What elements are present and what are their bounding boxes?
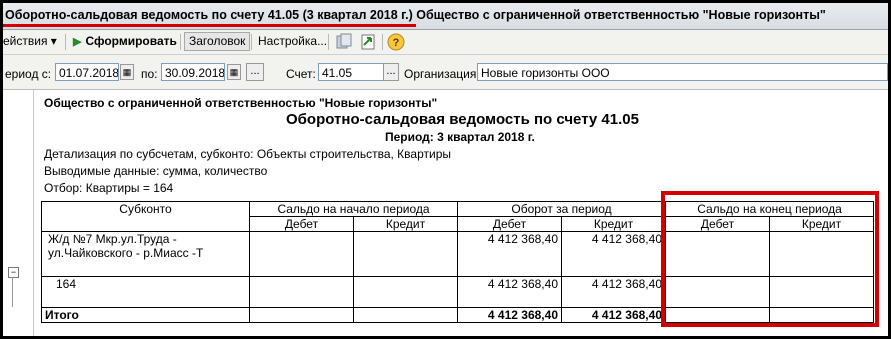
toolbar-separator xyxy=(328,34,329,50)
svg-text:?: ? xyxy=(393,37,400,49)
turnover-debit-cell: 4 412 368,40 xyxy=(457,276,562,308)
total-turnover-debit: 4 412 368,40 xyxy=(457,307,562,323)
header-toggle-button[interactable]: Заголовок xyxy=(184,32,251,51)
settings-button[interactable]: Настройка... xyxy=(258,34,327,48)
col-opening-debit: Дебет xyxy=(249,216,354,232)
turnover-credit-cell: 4 412 368,40 xyxy=(561,231,666,277)
highlight-underline xyxy=(3,24,416,27)
organization-field[interactable]: Новые горизонты ООО xyxy=(477,63,888,81)
toolbar-separator xyxy=(382,34,383,50)
report-organization: Общество с ограниченной ответственностью… xyxy=(44,96,438,110)
report-title: Оборотно-сальдовая ведомость по счету 41… xyxy=(286,111,639,128)
col-opening-credit: Кредит xyxy=(353,216,458,232)
account-label: Счет: xyxy=(286,67,316,81)
organization-label: Организация: xyxy=(404,67,480,81)
calendar-icon[interactable]: ▦ xyxy=(227,64,241,80)
total-turnover-credit: 4 412 368,40 xyxy=(561,307,666,323)
window-title-report: Оборотно-сальдовая ведомость по счету 41… xyxy=(5,8,413,22)
turnover-debit-cell: 4 412 368,40 xyxy=(457,231,562,277)
report-filter: Отбор: Квартиры = 164 xyxy=(44,181,174,195)
col-turnover: Оборот за период xyxy=(457,201,666,217)
outline-line xyxy=(12,277,13,307)
period-to-field[interactable]: 30.09.2018 xyxy=(161,63,225,81)
toolbar: ействия ▾ ▶ Сформировать Заголовок Настро… xyxy=(3,30,888,55)
help-icon[interactable]: ? xyxy=(387,33,405,51)
period-select-button[interactable]: ... xyxy=(246,63,264,81)
col-turnover-credit: Кредит xyxy=(561,216,666,232)
period-from-field[interactable]: 01.07.2018 xyxy=(55,63,119,81)
period-to-label: по: xyxy=(141,67,158,81)
outline-gutter: − xyxy=(3,90,34,336)
collapse-group-icon[interactable]: − xyxy=(8,267,19,278)
toolbar-separator xyxy=(180,34,181,50)
copy-icon[interactable] xyxy=(335,33,353,51)
window-title-org: Общество с ограниченной ответственностью… xyxy=(412,8,826,22)
actions-menu[interactable]: ействия ▾ xyxy=(3,34,57,48)
total-opening-debit xyxy=(249,307,354,323)
col-subconto: Субконто xyxy=(41,201,250,232)
row-subconto: Ж/д №7 Мкр.ул.Труда - ул.Чайковского - р… xyxy=(41,231,250,277)
opening-debit-cell xyxy=(249,231,354,277)
row-subconto-line2: ул.Чайковского - р.Миасс -Т xyxy=(48,246,204,260)
row-subconto: 164 xyxy=(41,276,250,308)
generate-button[interactable]: ▶ Сформировать xyxy=(69,32,181,50)
generate-label: Сформировать xyxy=(85,34,177,48)
col-turnover-debit: Дебет xyxy=(457,216,562,232)
calendar-icon[interactable]: ▦ xyxy=(120,64,134,80)
row-subconto-line1: Ж/д №7 Мкр.ул.Труда - xyxy=(48,232,177,246)
report-output: Выводимые данные: сумма, количество xyxy=(44,164,268,178)
col-opening: Сальдо на начало периода xyxy=(249,201,458,217)
export-icon[interactable] xyxy=(359,33,377,51)
toolbar-separator xyxy=(65,34,66,50)
period-from-label: ериод с: xyxy=(5,67,52,81)
highlight-box xyxy=(661,191,879,327)
toolbar-separator xyxy=(251,34,252,50)
turnover-credit-cell: 4 412 368,40 xyxy=(561,276,666,308)
play-icon: ▶ xyxy=(73,36,82,48)
total-opening-credit xyxy=(353,307,458,323)
parameters-panel: ериод с: 01.07.2018 ▦ по: 30.09.2018 ▦ .… xyxy=(3,55,888,90)
opening-credit-cell xyxy=(353,231,458,277)
opening-debit-cell xyxy=(249,276,354,308)
window-title: Оборотно-сальдовая ведомость по счету 41… xyxy=(5,8,826,22)
total-label: Итого xyxy=(41,307,250,323)
account-select-button[interactable]: ... xyxy=(383,63,399,81)
report-period: Период: 3 квартал 2018 г. xyxy=(385,130,535,144)
opening-credit-cell xyxy=(353,276,458,308)
title-bar: Оборотно-сальдовая ведомость по счету 41… xyxy=(3,3,888,30)
report-detail: Детализация по субсчетам, субконто: Объе… xyxy=(44,147,451,161)
account-field[interactable]: 41.05 xyxy=(318,63,384,81)
